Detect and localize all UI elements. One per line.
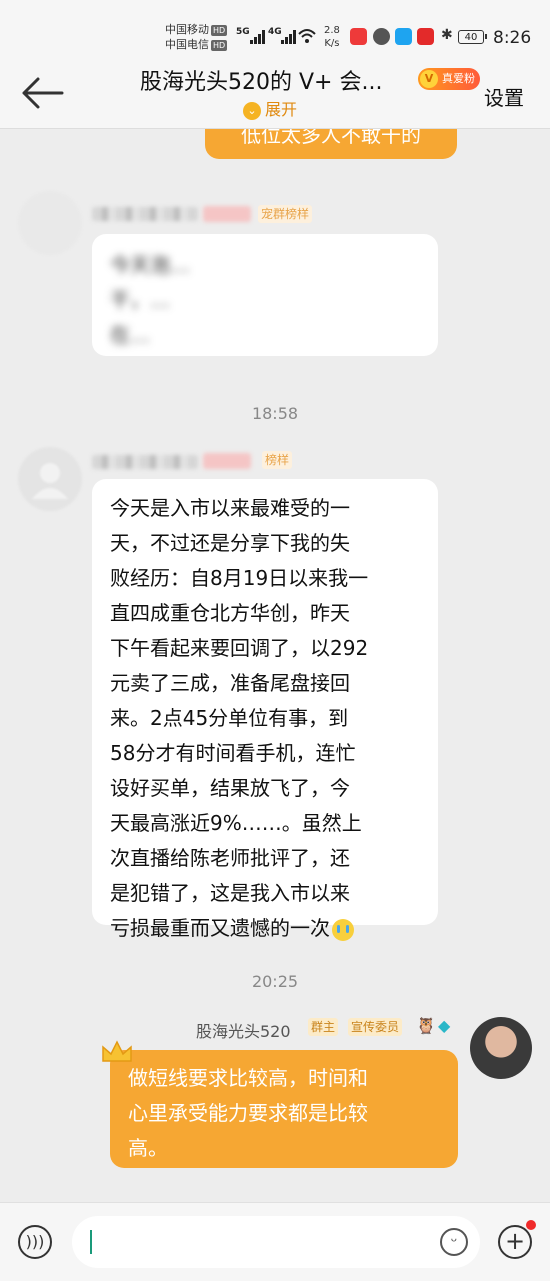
notification-dot xyxy=(526,1220,536,1230)
message-input[interactable]: ᵕ xyxy=(72,1216,480,1268)
message-bubble-long[interactable]: 今天是入市以来最难受的一 天，不过还是分享下我的失 败经历：自8月19日以来我一… xyxy=(92,479,438,941)
status-bar: 中国移动 HD 中国电信 HD 5G 4G 2.8 K/s ✱ 40 8:26 xyxy=(0,0,550,62)
app-notification-icon-2 xyxy=(417,28,434,45)
net-speed: 2.8 K/s xyxy=(324,25,340,49)
carrier-info: 中国移动 HD 中国电信 HD xyxy=(165,22,228,52)
emoji-icon[interactable]: ᵕ xyxy=(440,1228,468,1256)
fish-badge-icon: ◆ xyxy=(438,1016,451,1035)
carrier-1: 中国移动 xyxy=(165,23,209,36)
chat-title[interactable]: 股海光头520的 V+ 会... xyxy=(140,64,382,96)
bluetooth-icon: ✱ xyxy=(441,27,453,43)
tag-group-owner: 群主 xyxy=(308,1018,339,1036)
avatar-blurred-1[interactable] xyxy=(18,191,82,255)
message-line: 败经历：自8月19日以来我一 xyxy=(110,566,369,590)
tag-model: 宠群榜样 xyxy=(258,205,313,223)
message-bubble-reply[interactable]: 做短线要求比较高，时间和 心里承受能力要求都是比较 高。 xyxy=(110,1050,458,1168)
message-line: 天，不过还是分享下我的失 xyxy=(110,531,350,555)
fan-badge[interactable]: V 真爱粉 xyxy=(418,68,480,90)
owner-avatar[interactable] xyxy=(470,1017,532,1079)
carrier-2: 中国电信 xyxy=(165,38,209,51)
message-line: 下午看起来要回调了，以292 xyxy=(110,636,369,660)
owl-badge-icon: 🦉 xyxy=(416,1016,436,1035)
message-line-last: 亏损最重而又遗憾的一次 xyxy=(110,911,420,946)
expand-button[interactable]: ⌄ 展开 xyxy=(243,96,297,120)
tag-committee: 宣传委员 xyxy=(348,1018,403,1036)
message-line: 来。2点45分单位有事，到 xyxy=(110,706,349,730)
message-line: 设好买单，结果放飞了，今 xyxy=(110,776,350,800)
default-avatar-icon xyxy=(32,463,68,499)
v-badge-icon: V xyxy=(420,70,438,88)
sender-name[interactable]: 股海光头520 xyxy=(196,1018,291,1042)
timestamp-2: 20:25 xyxy=(251,972,299,991)
sender-tag-blurred-1 xyxy=(203,206,251,222)
reply-line: 做短线要求比较高，时间和 xyxy=(128,1066,368,1090)
network-5g-label: 5G xyxy=(236,27,250,37)
back-arrow-icon[interactable] xyxy=(20,76,64,110)
message-line: 58分才有时间看手机，连忙 xyxy=(110,741,356,765)
crying-emoji-icon xyxy=(332,918,354,941)
text-caret xyxy=(90,1230,92,1254)
reply-line: 高。 xyxy=(128,1136,168,1160)
crown-icon xyxy=(102,1040,132,1062)
settings-button[interactable]: 设置 xyxy=(484,82,524,111)
wifi-icon xyxy=(298,29,316,43)
signal-icon xyxy=(250,28,270,44)
message-line: 次直播给陈老师批评了，还 xyxy=(110,846,350,870)
expand-icon: ⌄ xyxy=(243,101,261,120)
hd-badge-2: HD xyxy=(211,39,228,51)
message-line: 今天是入市以来最难受的一 xyxy=(110,496,350,520)
message-line: 直四成重仓北方华创，昨天 xyxy=(110,601,350,625)
voice-icon[interactable]: ))) xyxy=(18,1225,52,1259)
plus-icon[interactable]: + xyxy=(498,1225,532,1259)
tag-model-2: 榜样 xyxy=(262,451,293,469)
message-bubble-blurred[interactable]: 今天泡… 干，… 在… xyxy=(92,234,438,356)
input-bar: ))) ᵕ + xyxy=(0,1202,550,1281)
network-4g-label: 4G xyxy=(268,27,282,37)
chat-area[interactable]: 低位太多人不敢干的 宠群榜样 今天泡… 干，… 在… 18:58 榜样 今天是入… xyxy=(0,129,550,1202)
sender-name-blurred-2 xyxy=(92,455,198,469)
search-app-icon xyxy=(395,28,412,45)
chat-notification-icon xyxy=(373,28,390,45)
sender-name-blurred-1 xyxy=(92,207,198,221)
message-line: 是犯错了，这是我入市以来 xyxy=(110,881,350,905)
timestamp-1: 18:58 xyxy=(251,404,299,423)
battery-icon: 40 xyxy=(458,30,487,44)
sender-tag-blurred-2 xyxy=(203,453,251,469)
avatar-blurred-2[interactable] xyxy=(18,447,82,511)
message-bubble-outgoing-partial[interactable]: 低位太多人不敢干的 xyxy=(205,129,457,159)
chat-header: 股海光头520的 V+ 会... V 真爱粉 设置 ⌄ 展开 xyxy=(0,62,550,129)
clock: 8:26 xyxy=(493,28,532,48)
app-notification-icon-1 xyxy=(350,28,367,45)
reply-line: 心里承受能力要求都是比较 xyxy=(128,1101,368,1125)
message-line: 元卖了三成，准备尾盘接回 xyxy=(110,671,350,695)
message-line: 天最高涨近9%……。虽然上 xyxy=(110,811,362,835)
hd-badge-1: HD xyxy=(211,24,228,36)
